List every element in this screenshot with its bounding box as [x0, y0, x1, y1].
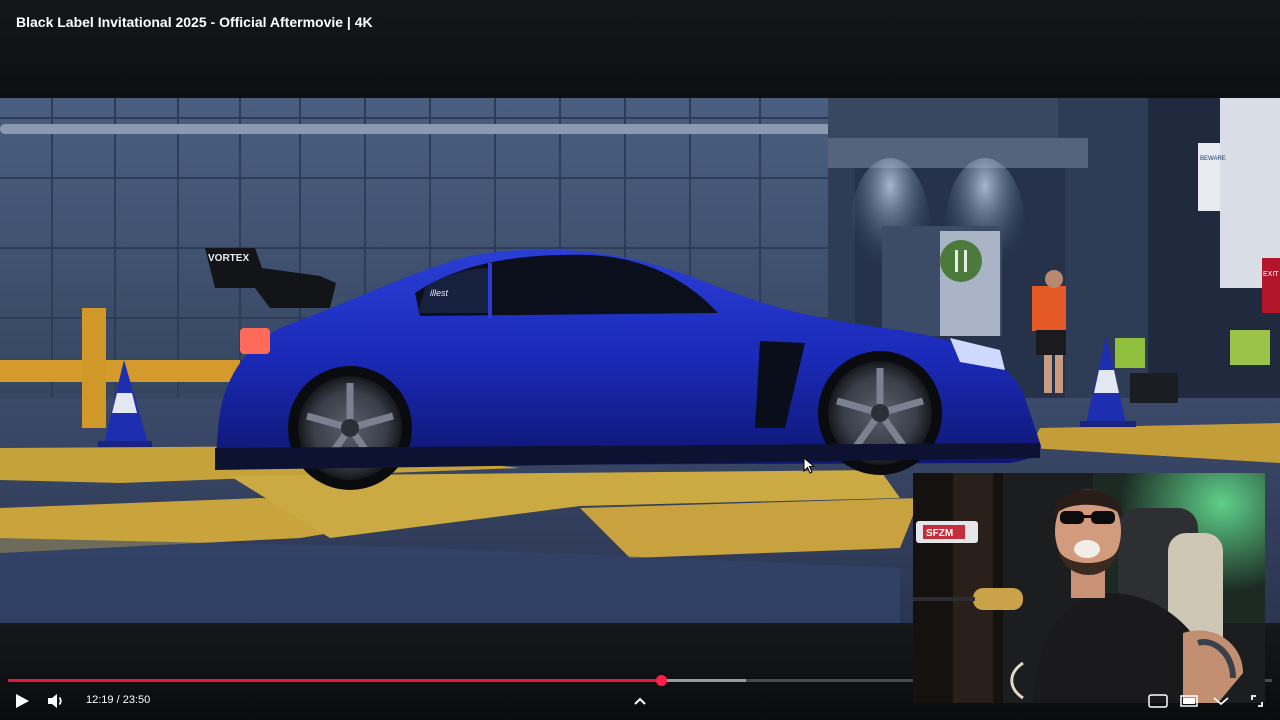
cast-icon [1213, 697, 1229, 706]
play-icon [16, 694, 29, 708]
top-bar: Black Label Invitational 2025 - Official… [0, 0, 1280, 98]
fullscreen-icon [1251, 695, 1263, 707]
sign-beware: BEWARE [1200, 156, 1226, 162]
streamer-webcam: SFZM [913, 473, 1265, 703]
video-title: Black Label Invitational 2025 - Official… [16, 14, 373, 30]
webcam-overlay: SFZM [913, 473, 1265, 703]
expand-button[interactable] [632, 693, 648, 709]
window-sticker: illest [430, 288, 449, 298]
time-display: 12:19 / 23:50 [86, 694, 151, 706]
volume-icon [48, 694, 62, 708]
mic-brand-label: SFZM [926, 528, 953, 539]
progress-played [8, 679, 662, 682]
miniplayer-button[interactable] [1148, 694, 1168, 708]
theater-icon [1180, 695, 1198, 707]
theater-mode-button[interactable] [1180, 694, 1198, 708]
miniplayer-icon [1148, 694, 1168, 708]
volume-button[interactable] [45, 691, 67, 711]
play-button[interactable] [12, 691, 32, 711]
fullscreen-button[interactable] [1250, 694, 1264, 708]
car-wing-badge: VORTEX [208, 253, 249, 264]
chevron-up-icon [634, 697, 646, 705]
cast-button[interactable] [1212, 694, 1230, 708]
mouse-cursor [803, 456, 816, 480]
sign-exit: EXIT [1263, 271, 1279, 278]
cursor-icon [803, 456, 816, 474]
